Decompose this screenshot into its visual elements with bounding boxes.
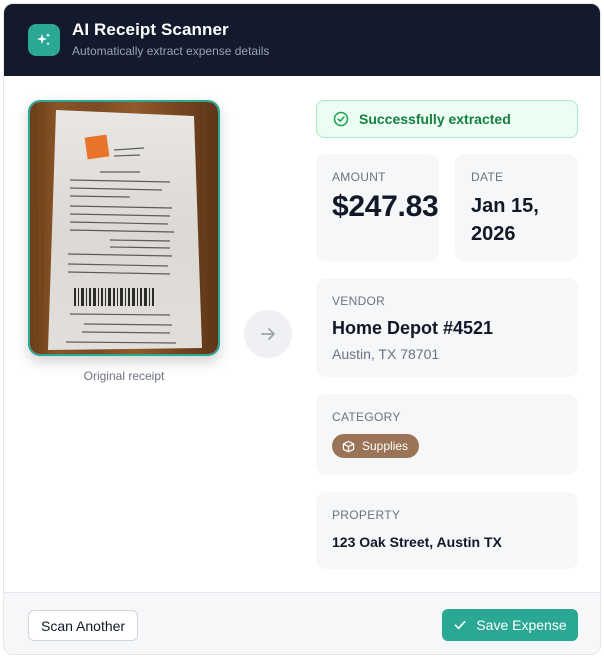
sparkles-icon xyxy=(28,24,60,56)
app-subtitle: Automatically extract expense details xyxy=(72,44,270,58)
save-expense-label: Save Expense xyxy=(476,617,567,633)
footer: Scan Another Save Expense xyxy=(4,592,600,654)
check-circle-icon xyxy=(333,111,349,127)
scan-another-button[interactable]: Scan Another xyxy=(28,610,139,641)
check-icon xyxy=(454,620,466,630)
date-value: Jan 15, 2026 xyxy=(471,195,539,245)
category-label: CATEGORY xyxy=(332,410,401,424)
property-label: PROPERTY xyxy=(332,508,401,522)
status-banner: Successfully extracted xyxy=(316,100,578,138)
date-label: DATE xyxy=(471,170,504,184)
date-tile: DATE Jan 15, 2026 xyxy=(455,154,578,261)
vendor-label: VENDOR xyxy=(332,294,386,308)
vendor-name: Home Depot #4521 xyxy=(332,318,494,338)
app-title: AI Receipt Scanner xyxy=(72,20,229,39)
save-expense-button[interactable]: Save Expense xyxy=(442,609,578,641)
amount-tile: AMOUNT $247.83 xyxy=(316,154,439,261)
vendor-tile: VENDOR Home Depot #4521 Austin, TX 78701 xyxy=(316,278,578,377)
category-badge[interactable]: Supplies xyxy=(332,434,420,458)
receipt-caption: Original receipt xyxy=(83,369,165,383)
receipt-image[interactable] xyxy=(28,100,220,356)
receipt-scanner-card: AI Receipt Scanner Automatically extract… xyxy=(3,3,601,655)
header: AI Receipt Scanner Automatically extract… xyxy=(4,4,600,76)
property-tile: PROPERTY 123 Oak Street, Austin TX xyxy=(316,492,578,569)
arrow-right-icon xyxy=(244,310,292,358)
property-value: 123 Oak Street, Austin TX xyxy=(332,534,502,550)
amount-value: $247.83 xyxy=(332,190,439,223)
category-tile: CATEGORY Supplies xyxy=(316,394,578,475)
box-icon xyxy=(342,440,355,452)
receipt-photo xyxy=(30,102,218,354)
vendor-address: Austin, TX 78701 xyxy=(332,346,440,362)
category-value: Supplies xyxy=(362,439,409,453)
status-text: Successfully extracted xyxy=(359,111,511,127)
amount-label: AMOUNT xyxy=(332,170,386,184)
